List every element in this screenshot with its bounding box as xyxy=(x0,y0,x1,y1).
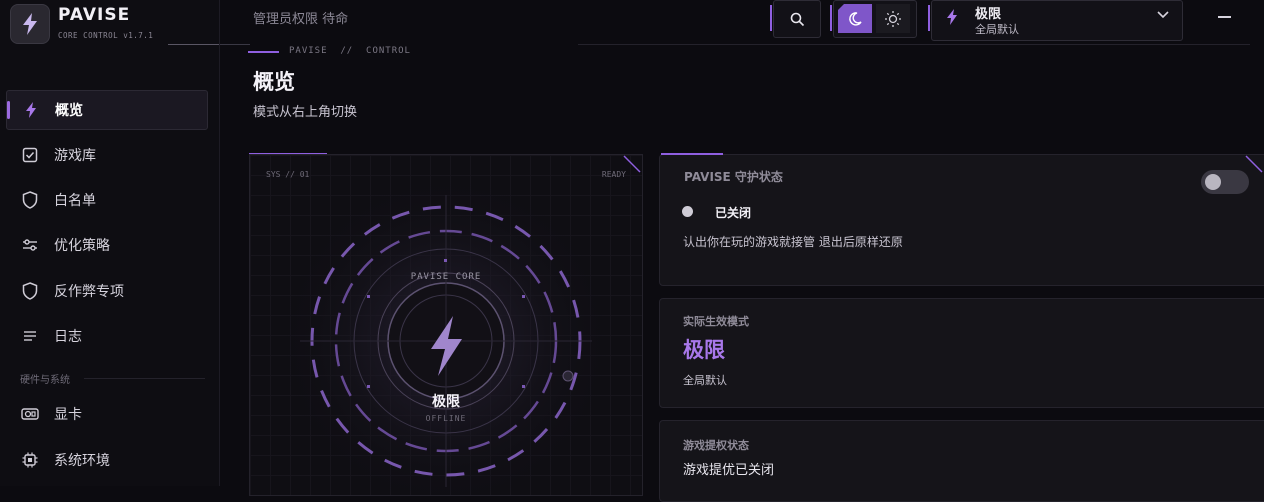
divider xyxy=(168,44,219,45)
theme-toggle-group xyxy=(830,0,917,38)
card-title: 实际生效模式 xyxy=(683,315,749,328)
protection-toggle[interactable] xyxy=(1201,170,1249,194)
minimize-button[interactable] xyxy=(1218,16,1231,18)
card-title: PAVISE 守护状态 xyxy=(684,170,783,184)
protection-state: 已关闭 xyxy=(715,206,752,220)
sidebar-item-label: 显卡 xyxy=(54,407,82,423)
mode-select[interactable]: 极限 全局默认 xyxy=(928,0,1183,41)
section-label: 硬件与系统 xyxy=(20,375,70,386)
gpu-icon xyxy=(6,407,54,421)
sliders-icon xyxy=(6,238,54,252)
search-icon xyxy=(790,12,804,26)
sidebar-item-gpu[interactable]: 显卡 xyxy=(6,395,206,433)
shield-icon xyxy=(6,282,54,300)
bolt-icon xyxy=(947,9,957,25)
core-panel: SYS // 01 READY PAVISE CORE 极限 OFFLINE xyxy=(249,154,643,496)
sidebar-item-whitelist[interactable]: 白名单 xyxy=(6,181,206,219)
card-title: 游戏提权状态 xyxy=(683,439,749,452)
protection-description: 认出你在玩的游戏就接管 退出后原样还原 xyxy=(683,235,903,249)
divider xyxy=(578,44,1250,45)
app-version: CORE CONTROL v1.7.1 xyxy=(58,31,154,40)
app-logo xyxy=(10,4,50,44)
core-status: OFFLINE xyxy=(425,414,467,423)
sidebar-item-label: 反作弊专项 xyxy=(54,284,124,300)
breadcrumb-accent xyxy=(248,51,279,53)
protection-card: PAVISE 守护状态 已关闭 认出你在玩的游戏就接管 退出后原样还原 xyxy=(659,154,1264,286)
game-elevation-card: 游戏提权状态 游戏提优已关闭 xyxy=(659,420,1264,502)
core-radar xyxy=(276,171,616,495)
effective-mode-card: 实际生效模式 极限 全局默认 xyxy=(659,298,1264,408)
sidebar-item-system-env[interactable]: 系统环境 xyxy=(6,441,206,479)
card-accent xyxy=(661,153,723,155)
mode-select-scope: 全局默认 xyxy=(975,23,1019,36)
sidebar-item-anticheat[interactable]: 反作弊专项 xyxy=(6,272,206,310)
corner-decoration xyxy=(1245,155,1263,173)
divider xyxy=(84,378,205,379)
game-elevation-value: 游戏提优已关闭 xyxy=(683,463,775,478)
permission-status: 管理员权限 待命 xyxy=(253,12,349,27)
toggle-knob xyxy=(1205,174,1221,190)
moon-icon xyxy=(849,11,862,26)
sidebar-item-label: 优化策略 xyxy=(54,238,110,254)
sidebar-item-label: 概览 xyxy=(55,103,83,119)
effective-mode-value: 极限 xyxy=(683,338,725,362)
sun-icon xyxy=(885,10,901,27)
sidebar-item-game-library[interactable]: 游戏库 xyxy=(6,136,206,174)
sidebar-item-overview[interactable]: 概览 xyxy=(6,90,208,130)
chip-icon xyxy=(6,452,54,468)
corner-decoration xyxy=(623,155,641,173)
sidebar-item-logs[interactable]: 日志 xyxy=(6,317,206,355)
divider xyxy=(220,44,250,45)
status-dot xyxy=(682,206,693,217)
chevron-down-icon xyxy=(1157,11,1169,19)
page-subtitle: 模式从右上角切换 xyxy=(253,105,358,120)
effective-mode-scope: 全局默认 xyxy=(683,374,727,387)
sidebar-item-label: 日志 xyxy=(54,329,82,345)
light-theme-button[interactable] xyxy=(876,4,910,33)
core-caption: PAVISE CORE xyxy=(410,272,482,282)
app-title: PAVISE xyxy=(58,5,131,25)
mode-select-value: 极限 xyxy=(975,7,1002,22)
shield-icon xyxy=(6,191,54,209)
breadcrumb: PAVISE // CONTROL xyxy=(289,46,411,56)
sidebar-item-label: 系统环境 xyxy=(54,453,110,469)
search-button[interactable] xyxy=(770,0,821,38)
sidebar-item-optimization[interactable]: 优化策略 xyxy=(6,226,206,264)
sidebar-item-label: 白名单 xyxy=(54,193,96,209)
core-mode: 极限 xyxy=(432,394,460,410)
sidebar: PAVISE CORE CONTROL v1.7.1 概览 游戏库 白名单 优化… xyxy=(0,0,220,486)
bolt-icon xyxy=(23,13,37,35)
dark-theme-button[interactable] xyxy=(838,4,872,33)
bolt-icon xyxy=(7,102,55,118)
checkbox-icon xyxy=(6,147,54,163)
list-icon xyxy=(6,329,54,343)
page-title: 概览 xyxy=(253,70,295,94)
sidebar-item-label: 游戏库 xyxy=(54,148,96,164)
